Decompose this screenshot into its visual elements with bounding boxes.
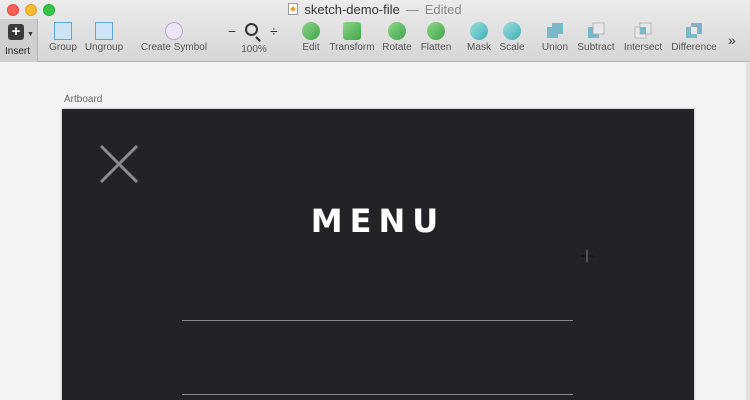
document-status: Edited xyxy=(424,2,462,17)
group-icon xyxy=(54,22,72,40)
create-symbol-button[interactable]: Create Symbol xyxy=(138,22,210,58)
ungroup-label: Ungroup xyxy=(84,42,124,53)
subtract-icon xyxy=(587,22,605,40)
magnifier-icon xyxy=(245,23,258,36)
document-name: sketch-demo-file xyxy=(304,2,400,17)
symbol-icon xyxy=(165,22,183,40)
edit-label: Edit xyxy=(302,42,320,53)
group-label: Group xyxy=(49,42,77,53)
insert-label: Insert xyxy=(5,46,31,57)
transform-label: Transform xyxy=(329,42,375,53)
ungroup-button[interactable]: Ungroup xyxy=(83,22,125,58)
group-button[interactable]: Group xyxy=(47,22,79,58)
divider-line[interactable] xyxy=(182,394,573,395)
ungroup-icon xyxy=(95,22,113,40)
insert-button[interactable]: + ▼ Insert xyxy=(0,19,38,62)
union-label: Union xyxy=(541,42,569,53)
rotate-label: Rotate xyxy=(382,42,412,53)
scale-label: Scale xyxy=(499,42,525,53)
subtract-button[interactable]: Subtract xyxy=(576,22,616,58)
union-icon xyxy=(546,22,564,40)
menu-title[interactable]: MENU xyxy=(62,202,694,240)
divider-line[interactable] xyxy=(182,320,573,321)
difference-button[interactable]: Difference xyxy=(669,22,719,58)
mask-icon xyxy=(470,22,488,40)
flatten-icon xyxy=(427,22,445,40)
intersect-button[interactable]: Intersect xyxy=(622,22,664,58)
transform-icon xyxy=(343,22,361,40)
crosshair-cursor-icon xyxy=(581,249,600,262)
zoom-out-button[interactable]: − xyxy=(228,23,236,39)
canvas[interactable]: Artboard MENU xyxy=(0,63,750,400)
title-separator: — xyxy=(405,2,419,17)
plus-icon: + xyxy=(8,24,24,40)
rotate-button[interactable]: Rotate xyxy=(382,22,412,58)
union-button[interactable]: Union xyxy=(541,22,569,58)
edit-icon xyxy=(302,22,320,40)
scale-icon xyxy=(503,22,521,40)
mask-label: Mask xyxy=(467,42,491,53)
mask-button[interactable]: Mask xyxy=(466,22,492,58)
rotate-icon xyxy=(388,22,406,40)
create-symbol-label: Create Symbol xyxy=(140,42,208,53)
intersect-icon xyxy=(634,22,652,40)
difference-icon xyxy=(685,22,703,40)
close-icon[interactable] xyxy=(99,144,139,184)
flatten-button[interactable]: Flatten xyxy=(419,22,453,58)
document-icon xyxy=(288,3,299,15)
more-tools-button[interactable]: » xyxy=(728,32,736,48)
caret-down-icon: ▼ xyxy=(27,31,34,38)
transform-button[interactable]: Transform xyxy=(329,22,375,58)
artboard-label[interactable]: Artboard xyxy=(64,94,102,105)
intersect-label: Intersect xyxy=(623,42,663,53)
zoom-level: 100% xyxy=(241,44,267,55)
flatten-label: Flatten xyxy=(420,42,452,53)
window-toolbar: sketch-demo-file — Edited + ▼ Insert Group… xyxy=(0,0,750,62)
subtract-label: Subtract xyxy=(577,42,615,53)
vertical-scrollbar[interactable] xyxy=(746,63,750,400)
edit-button[interactable]: Edit xyxy=(298,22,324,58)
difference-label: Difference xyxy=(671,42,717,53)
scale-button[interactable]: Scale xyxy=(498,22,526,58)
zoom-in-button[interactable]: ÷ xyxy=(270,23,278,39)
window-title: sketch-demo-file — Edited xyxy=(0,1,750,19)
